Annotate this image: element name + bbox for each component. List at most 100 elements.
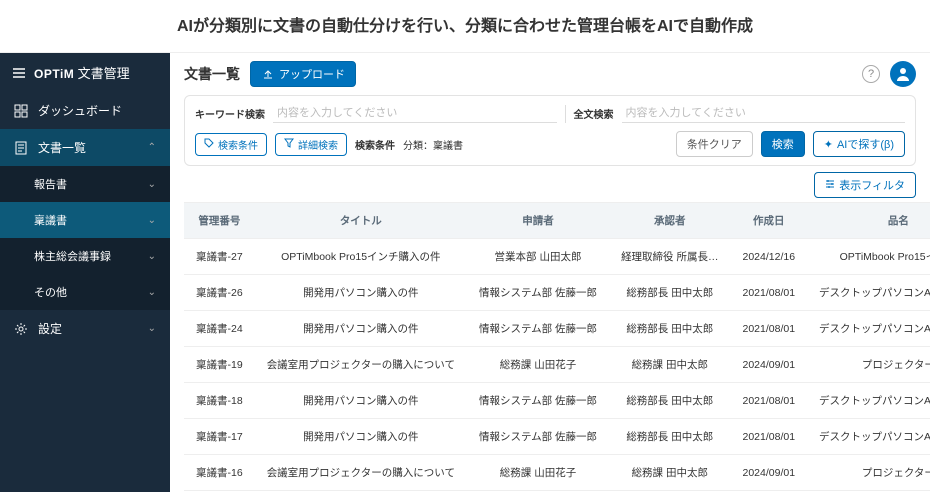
sidebar-item-label: 株主総会議事録 <box>34 248 111 264</box>
sliders-icon <box>825 179 835 192</box>
search-conditions-button[interactable]: 検索条件 <box>195 133 267 156</box>
sidebar-item-label: 文書一覧 <box>38 139 86 156</box>
sidebar-item-documents[interactable]: 文書一覧 ⌃ <box>0 129 170 166</box>
cell-id: 稟議書-15 <box>184 491 255 493</box>
cell-approver: 総務課 田中太郎 <box>609 455 730 491</box>
sidebar-item-label: 報告書 <box>34 176 67 192</box>
table-row[interactable]: 稟議書-24開発用パソコン購入の件情報システム部 佐藤一郎総務部長 田中太郎20… <box>184 311 930 347</box>
upload-button[interactable]: アップロード <box>250 61 356 87</box>
table-row[interactable]: 稟議書-18開発用パソコン購入の件情報システム部 佐藤一郎総務部長 田中太郎20… <box>184 383 930 419</box>
cell-approver: 経理取締役 所属長… <box>609 239 730 275</box>
cell-id: 稟議書-24 <box>184 311 255 347</box>
chip-label: 検索条件 <box>218 137 258 152</box>
cell-item: デスクトップパソコンABC-DDD1 <box>807 311 930 347</box>
help-icon[interactable]: ? <box>862 65 880 83</box>
sidebar-item-label: その他 <box>34 284 67 300</box>
cell-approver: 総務部長 田中太郎 <box>609 383 730 419</box>
cell-id: 稟議書-16 <box>184 455 255 491</box>
cell-date: 2021/08/01 <box>730 383 807 419</box>
chevron-down-icon: ⌄ <box>148 251 156 262</box>
display-filter-button[interactable]: 表示フィルタ <box>814 172 916 198</box>
cell-applicant: 総務課 山田花子 <box>467 455 609 491</box>
table-row[interactable]: 稟議書-15開発用パソコン購入の件情報システム部 佐藤一郎総務部長 田中太郎20… <box>184 491 930 493</box>
menu-icon[interactable] <box>12 66 26 80</box>
filter-bar: 表示フィルタ <box>170 166 930 202</box>
cell-title: 会議室用プロジェクターの購入について <box>255 347 467 383</box>
col-title[interactable]: タイトル <box>255 203 467 239</box>
sidebar-item-dashboard[interactable]: ダッシュボード <box>0 92 170 129</box>
brand-logo: OPTiM 文書管理 <box>34 63 130 82</box>
sidebar-header: OPTiM 文書管理 <box>0 53 170 92</box>
ai-search-button[interactable]: ✦ AIで探す(β) <box>813 131 905 157</box>
sidebar-item-settings[interactable]: 設定 ⌄ <box>0 310 170 347</box>
cell-id: 稟議書-27 <box>184 239 255 275</box>
col-approver[interactable]: 承認者 <box>609 203 730 239</box>
chevron-down-icon: ⌄ <box>148 215 156 226</box>
cell-applicant: 情報システム部 佐藤一郎 <box>467 275 609 311</box>
page-title: AIが分類別に文書の自動仕分けを行い、分類に合わせた管理台帳をAIで自動作成 <box>0 0 930 52</box>
cell-applicant: 営業本部 山田太郎 <box>467 239 609 275</box>
sidebar-item-label: ダッシュボード <box>38 102 122 119</box>
cell-title: OPTiMbook Pro15インチ購入の件 <box>255 239 467 275</box>
cell-approver: 総務部長 田中太郎 <box>609 275 730 311</box>
app-shell: OPTiM 文書管理 ダッシュボード 文書一覧 ⌃ 報告書 <box>0 52 930 492</box>
cell-item: デスクトップパソコンABC-DDD1 <box>807 383 930 419</box>
keyword-search-label: キーワード検索 <box>195 106 265 121</box>
upload-icon <box>261 67 275 81</box>
keyword-search-input[interactable] <box>273 104 557 123</box>
cell-item: OPTiMbook Pro15インチ <box>807 239 930 275</box>
cell-item: デスクトップパソコンABC-DDD1 <box>807 275 930 311</box>
cell-id: 稟議書-17 <box>184 419 255 455</box>
cell-id: 稟議書-18 <box>184 383 255 419</box>
chevron-up-icon: ⌃ <box>148 142 156 153</box>
cell-title: 開発用パソコン購入の件 <box>255 491 467 493</box>
table-row[interactable]: 稟議書-26開発用パソコン購入の件情報システム部 佐藤一郎総務部長 田中太郎20… <box>184 275 930 311</box>
topbar: 文書一覧 アップロード ? <box>170 53 930 95</box>
brand-name: OPTiM <box>34 67 74 81</box>
cell-approver: 総務課 田中太郎 <box>609 347 730 383</box>
table-row[interactable]: 稟議書-27OPTiMbook Pro15インチ購入の件営業本部 山田太郎経理取… <box>184 239 930 275</box>
dashboard-icon <box>14 104 28 118</box>
col-item[interactable]: 品名 <box>807 203 930 239</box>
chevron-down-icon: ⌄ <box>148 179 156 190</box>
clear-conditions-button[interactable]: 条件クリア <box>676 131 753 157</box>
detail-search-button[interactable]: 詳細検索 <box>275 133 347 156</box>
search-button[interactable]: 検索 <box>761 131 805 157</box>
upload-label: アップロード <box>279 66 345 82</box>
sparkle-icon: ✦ <box>824 138 833 151</box>
fulltext-search-input[interactable] <box>622 104 906 123</box>
avatar[interactable] <box>890 61 916 87</box>
cell-date: 2021/08/01 <box>730 491 807 493</box>
cell-item: デスクトップパソコンABC-DDD1 <box>807 419 930 455</box>
table-row[interactable]: 稟議書-19会議室用プロジェクターの購入について総務課 山田花子総務課 田中太郎… <box>184 347 930 383</box>
col-applicant[interactable]: 申請者 <box>467 203 609 239</box>
sidebar-sub-report[interactable]: 報告書 ⌄ <box>0 166 170 202</box>
chevron-down-icon: ⌄ <box>148 287 156 298</box>
cell-applicant: 総務課 山田花子 <box>467 347 609 383</box>
main-content: 文書一覧 アップロード ? キーワード検索 全文検索 <box>170 53 930 492</box>
table-row[interactable]: 稟議書-17開発用パソコン購入の件情報システム部 佐藤一郎総務部長 田中太郎20… <box>184 419 930 455</box>
cell-item: プロジェクター <box>807 347 930 383</box>
chip-label: 詳細検索 <box>298 137 338 152</box>
cell-date: 2021/08/01 <box>730 419 807 455</box>
sidebar-sub-minutes[interactable]: 株主総会議事録 ⌄ <box>0 238 170 274</box>
col-date[interactable]: 作成日 <box>730 203 807 239</box>
cell-title: 開発用パソコン購入の件 <box>255 311 467 347</box>
cell-id: 稟議書-19 <box>184 347 255 383</box>
cell-item: デスクトップパソコンABC-DDD1 <box>807 491 930 493</box>
display-filter-label: 表示フィルタ <box>839 177 905 193</box>
cell-id: 稟議書-26 <box>184 275 255 311</box>
table-row[interactable]: 稟議書-16会議室用プロジェクターの購入について総務課 山田花子総務課 田中太郎… <box>184 455 930 491</box>
cell-approver: 総務部長 田中太郎 <box>609 311 730 347</box>
chevron-down-icon: ⌄ <box>148 323 156 334</box>
cell-item: プロジェクター <box>807 455 930 491</box>
cell-date: 2024/12/16 <box>730 239 807 275</box>
cell-applicant: 情報システム部 佐藤一郎 <box>467 311 609 347</box>
cell-applicant: 情報システム部 佐藤一郎 <box>467 383 609 419</box>
table-container[interactable]: 管理番号 タイトル 申請者 承認者 作成日 品名 価格 稟議書-27OPTiMb… <box>184 202 930 492</box>
conditions-label: 検索条件 <box>355 137 395 152</box>
sidebar-sub-ringi[interactable]: 稟議書 ⌄ <box>0 202 170 238</box>
col-id[interactable]: 管理番号 <box>184 203 255 239</box>
table-header-row: 管理番号 タイトル 申請者 承認者 作成日 品名 価格 <box>184 203 930 239</box>
sidebar-sub-other[interactable]: その他 ⌄ <box>0 274 170 310</box>
